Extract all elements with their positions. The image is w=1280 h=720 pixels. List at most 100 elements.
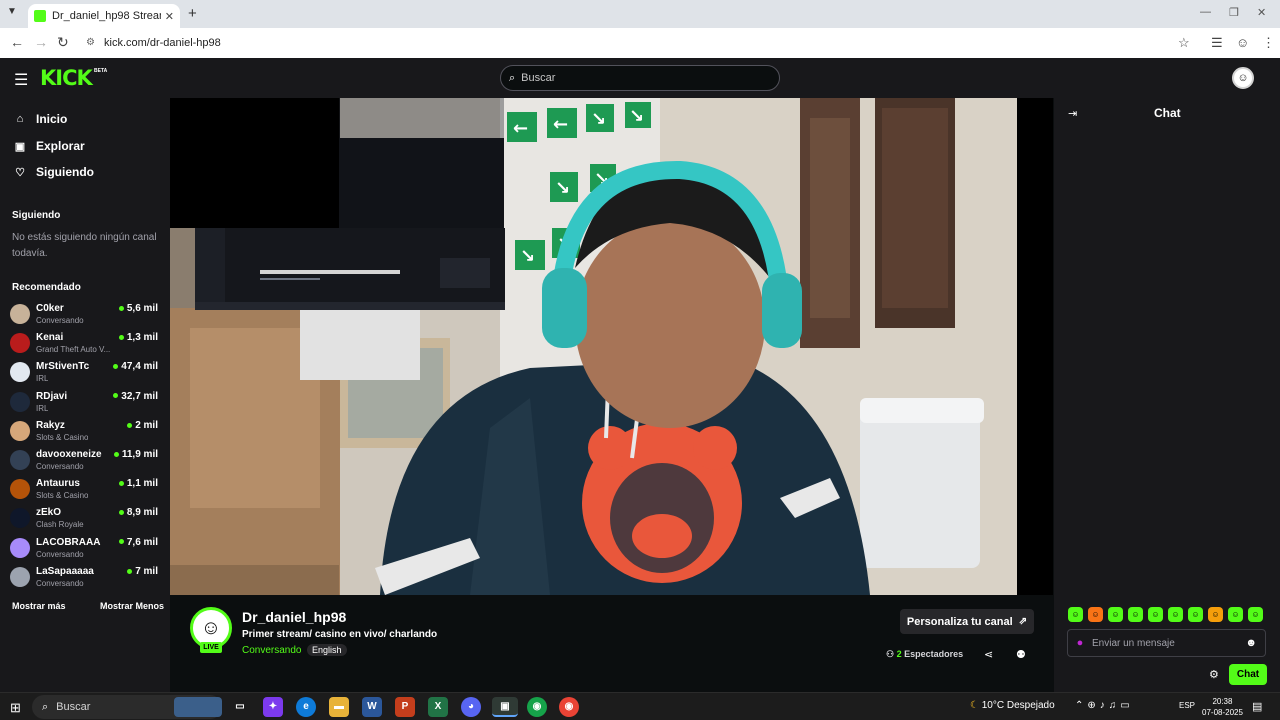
sidebar-item-siguiendo[interactable]: ♡ Siguiendo [12, 165, 94, 179]
site-info-icon[interactable]: ⚙ [86, 37, 95, 48]
emote-icon[interactable]: ☺ [1208, 607, 1223, 622]
user-avatar[interactable]: ☺ [1232, 67, 1254, 89]
weather-text: 10°C Despejado [981, 700, 1055, 711]
live-dot-icon [127, 422, 133, 428]
recommended-channel[interactable]: MrStivenTc IRL 47,4 mil [10, 359, 162, 387]
chat-panel [1053, 98, 1280, 692]
windows-start-icon[interactable]: ⊞ [10, 700, 21, 716]
menu-dots-icon[interactable]: ⋮ [1262, 35, 1275, 51]
channel-category: Conversando [36, 578, 84, 588]
recommended-channel[interactable]: C0ker Conversando 5,6 mil [10, 301, 162, 329]
emoji-picker-icon[interactable]: ☻ [1245, 637, 1257, 649]
chrome-icon[interactable]: ◉ [559, 697, 579, 717]
task-view-icon[interactable]: ▭ [230, 697, 250, 717]
word-icon[interactable]: W [362, 697, 382, 717]
back-icon[interactable]: ← [10, 34, 24, 50]
emote-icon[interactable]: ☺ [1188, 607, 1203, 622]
search-highlight-image[interactable] [174, 697, 222, 717]
channel-name: Rakyz [36, 419, 65, 431]
emote-icon[interactable]: ☺ [1088, 607, 1103, 622]
chat-message-input[interactable]: ● Enviar un mensaje ☻ [1067, 629, 1266, 657]
reading-list-icon[interactable]: ☰ [1211, 35, 1223, 51]
os-taskbar: ⊞ ⌕ Buscar ▭ ✦ e ▬ W P X ◕ ▣ ◉ ◉ ☾ 10°C … [0, 692, 1280, 720]
file-explorer-icon[interactable]: ▬ [329, 697, 349, 717]
close-window-icon[interactable]: ✕ [1257, 6, 1266, 19]
address-bar[interactable]: ⚙ kick.com/dr-daniel-hp98 [80, 32, 1200, 54]
viewer-count-number: 32,7 mil [121, 390, 158, 402]
sidebar-item-explorar[interactable]: ▣ Explorar [12, 139, 85, 153]
recommended-channel[interactable]: LACOBRAAA Conversando 7,6 mil [10, 535, 162, 563]
forward-icon[interactable]: → [34, 34, 48, 50]
emote-icon[interactable]: ☺ [1248, 607, 1263, 622]
system-tray-icons[interactable]: ⌃⊕♪♫▭ [1075, 700, 1134, 711]
recommended-channel[interactable]: LaSapaaaaa Conversando 7 mil [10, 564, 162, 592]
recommended-channel[interactable]: davooxeneize Conversando 11,9 mil [10, 447, 162, 475]
browser-tab[interactable]: Dr_daniel_hp98 Stream - Watch ✕ [28, 4, 180, 28]
channel-avatar [10, 566, 30, 587]
hamburger-menu-icon[interactable]: ☰ [14, 70, 28, 90]
share-icon[interactable]: ⋖ [984, 648, 993, 661]
bookmark-star-icon[interactable]: ☆ [1178, 35, 1190, 51]
recommended-section-title: Recomendado [12, 282, 81, 293]
show-less-button[interactable]: Mostrar Menos [100, 601, 164, 611]
chrome-profile-icon[interactable]: ◉ [527, 697, 547, 717]
language-tag[interactable]: English [307, 644, 347, 656]
search-icon: ⌕ [509, 71, 516, 84]
notifications-icon[interactable]: ▤ [1252, 700, 1262, 713]
viewer-count-number: 11,9 mil [121, 449, 158, 460]
reload-icon[interactable]: ↻ [57, 34, 69, 51]
input-language[interactable]: ESP [1179, 701, 1195, 710]
search-input[interactable]: ⌕ Buscar [500, 65, 780, 91]
site-header: ☰ KICK BETA ⌕ Buscar ☺ [0, 58, 1280, 98]
weather-widget[interactable]: ☾ 10°C Despejado [970, 700, 1055, 711]
powerpoint-icon[interactable]: P [395, 697, 415, 717]
live-dot-icon [127, 568, 133, 574]
recommended-channel[interactable]: zEkO Clash Royale 8,9 mil [10, 505, 162, 533]
emote-icon[interactable]: ☺ [1068, 607, 1083, 622]
channel-category: IRL [36, 403, 49, 413]
emote-icon[interactable]: ☺ [1128, 607, 1143, 622]
discord-icon[interactable]: ◕ [461, 697, 481, 717]
close-tab-icon[interactable]: ✕ [165, 10, 174, 23]
live-dot-icon [113, 451, 119, 457]
svg-text:←: ← [553, 114, 568, 135]
new-tab-button[interactable]: + [188, 5, 197, 22]
channel-avatar [10, 450, 30, 470]
taskbar-clock[interactable]: 20:38 07-08-2025 [1202, 696, 1243, 718]
emote-icon[interactable]: ☺ [1228, 607, 1243, 622]
emote-icon[interactable]: ☺ [1108, 607, 1123, 622]
customize-channel-button[interactable]: Personaliza tu canal ⇗ [900, 609, 1034, 634]
stream-category-link[interactable]: Conversando [242, 645, 301, 656]
chat-input-placeholder: Enviar un mensaje [1092, 637, 1175, 649]
channel-name[interactable]: Dr_daniel_hp98 [242, 609, 346, 625]
channel-name: Kenai [36, 332, 64, 344]
tab-search-icon[interactable]: ▼ [7, 6, 17, 17]
show-more-button[interactable]: Mostrar más [12, 601, 66, 611]
viewer-count-number: 1,1 mil [126, 478, 158, 490]
collapse-chat-icon[interactable]: ⇥ [1068, 107, 1077, 120]
sidebar-item-label: Explorar [36, 139, 85, 153]
recommended-channel[interactable]: Rakyz Slots & Casino 2 mil [10, 418, 162, 446]
send-chat-button[interactable]: Chat [1229, 664, 1267, 685]
recommended-channel[interactable]: RDjavi IRL 32,7 mil [10, 389, 162, 417]
viewer-count-number: 47,4 mil [121, 361, 158, 373]
edge-icon[interactable]: e [296, 697, 316, 717]
emote-icon[interactable]: ☺ [1168, 607, 1183, 622]
video-player[interactable]: ← ← ↘ ↘ ↘ ↘ ↘ ↘ [170, 98, 1053, 595]
sidebar-item-inicio[interactable]: ⌂ Inicio [12, 112, 68, 126]
kick-logo[interactable]: KICK [40, 66, 93, 90]
excel-icon[interactable]: X [428, 697, 448, 717]
maximize-icon[interactable]: ❐ [1229, 6, 1239, 19]
channel-avatar [10, 333, 30, 354]
emote-icon[interactable]: ☺ [1148, 607, 1163, 622]
kick-app-icon[interactable]: ▣ [492, 697, 518, 717]
microphone-icon[interactable]: ● [1068, 637, 1092, 649]
minimize-icon[interactable]: — [1200, 6, 1211, 18]
follow-icon[interactable]: ⚉ [1016, 648, 1026, 661]
recommended-channel[interactable]: Antaurus Slots & Casino 1,1 mil [10, 476, 162, 504]
url-text: kick.com/dr-daniel-hp98 [104, 37, 221, 49]
copilot-icon[interactable]: ✦ [263, 697, 283, 717]
profile-icon[interactable]: ☺ [1236, 35, 1249, 50]
recommended-channel[interactable]: Kenai Grand Theft Auto V... 1,3 mil [10, 330, 162, 358]
chat-settings-icon[interactable]: ⚙ [1209, 668, 1219, 681]
